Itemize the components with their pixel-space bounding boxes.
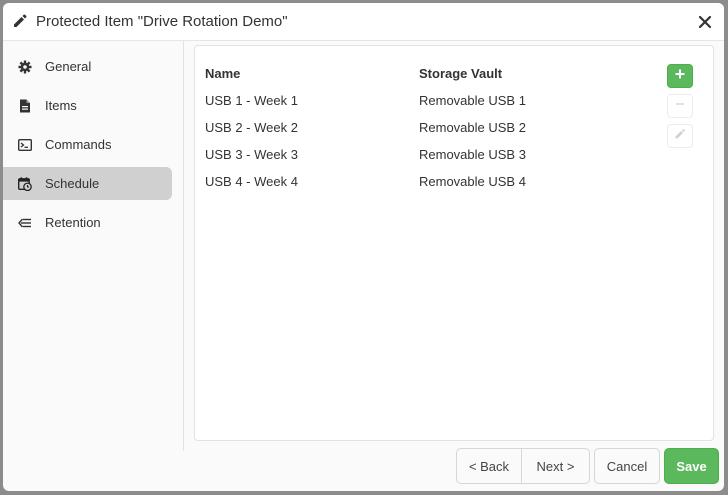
add-schedule-button[interactable] (667, 64, 693, 88)
sidebar-item-schedule[interactable]: Schedule (3, 167, 172, 200)
sidebar-item-commands[interactable]: Commands (3, 128, 172, 161)
dialog-titlebar: Protected Item "Drive Rotation Demo" (3, 3, 724, 41)
minus-icon (674, 97, 686, 115)
next-button[interactable]: Next > (522, 448, 590, 484)
terminal-icon (17, 137, 33, 153)
row-name-cell[interactable]: USB 4 - Week 4 (205, 174, 298, 189)
sidebar-item-label: Items (45, 98, 77, 113)
sidebar-item-label: Schedule (45, 176, 100, 191)
retention-arrow-icon (17, 215, 33, 231)
save-button[interactable]: Save (664, 448, 719, 484)
protected-item-dialog: Protected Item "Drive Rotation Demo" Gen… (3, 3, 724, 491)
sidebar-item-label: Commands (45, 137, 112, 152)
sidebar-item-label: General (45, 59, 92, 74)
schedule-panel: Name Storage Vault USB 1 - Week 1 Remova… (194, 45, 714, 441)
cancel-button[interactable]: Cancel (594, 448, 660, 484)
calendar-clock-icon (17, 176, 33, 192)
pencil-icon (674, 127, 686, 145)
row-vault-cell[interactable]: Removable USB 1 (419, 93, 526, 108)
row-name-cell[interactable]: USB 1 - Week 1 (205, 93, 298, 108)
sidebar-item-label: Retention (45, 215, 101, 230)
settings-sidebar: General Items Commands Schedule Retentio… (3, 41, 184, 451)
column-header-name: Name (205, 66, 241, 81)
sidebar-item-retention[interactable]: Retention (3, 206, 172, 239)
row-vault-cell[interactable]: Removable USB 4 (419, 174, 526, 189)
close-icon[interactable] (696, 13, 714, 31)
back-button[interactable]: < Back (456, 448, 522, 484)
pencil-icon (12, 13, 28, 29)
edit-schedule-button[interactable] (667, 124, 693, 148)
row-name-cell[interactable]: USB 2 - Week 2 (205, 120, 298, 135)
document-icon (17, 98, 33, 114)
column-header-storage-vault: Storage Vault (419, 66, 503, 81)
dialog-title: Protected Item "Drive Rotation Demo" (36, 13, 288, 30)
remove-schedule-button[interactable] (667, 94, 693, 118)
row-vault-cell[interactable]: Removable USB 2 (419, 120, 526, 135)
row-vault-cell[interactable]: Removable USB 3 (419, 147, 526, 162)
sidebar-item-general[interactable]: General (3, 50, 172, 83)
gear-icon (17, 59, 33, 75)
plus-icon (674, 67, 686, 85)
sidebar-item-items[interactable]: Items (3, 89, 172, 122)
row-name-cell[interactable]: USB 3 - Week 3 (205, 147, 298, 162)
